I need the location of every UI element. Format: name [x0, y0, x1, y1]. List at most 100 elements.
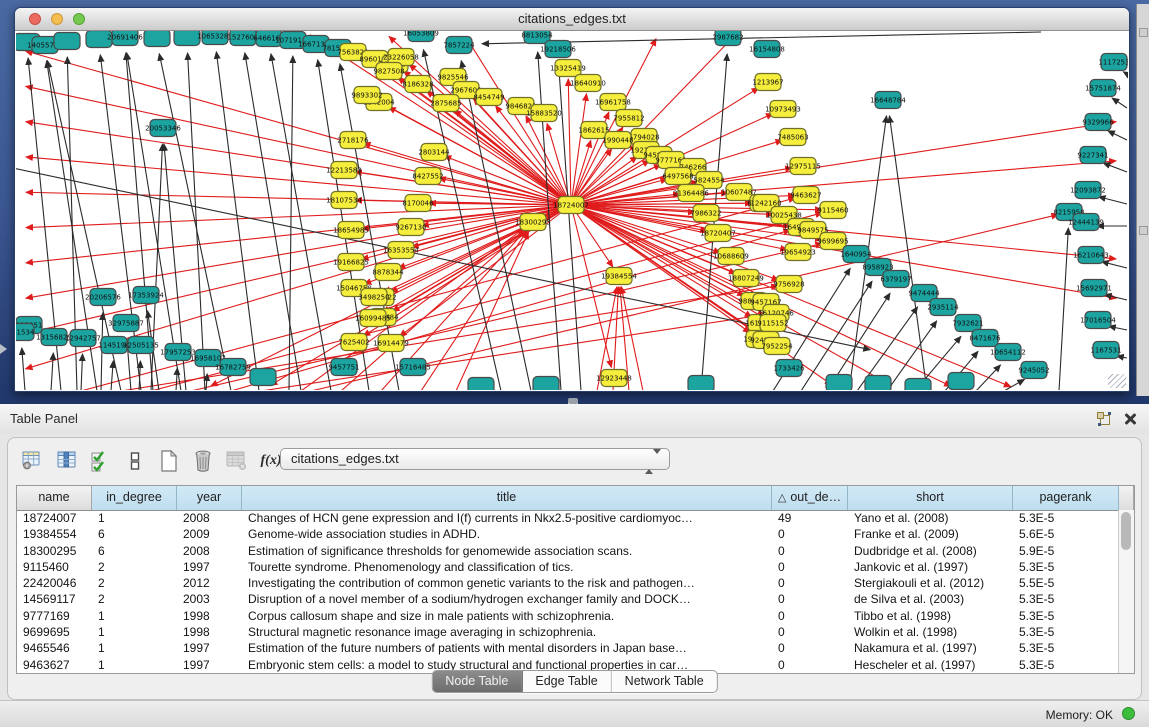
graph-node-label: 2718176: [337, 137, 369, 145]
table-cell: 0: [772, 608, 848, 624]
graph-node[interactable]: [533, 377, 559, 391]
table-row[interactable]: 911546021997Tourette syndrome. Phenomeno…: [17, 559, 1119, 575]
vertical-scrollbar[interactable]: [1118, 510, 1134, 673]
tab-node-table[interactable]: Node Table: [432, 671, 522, 692]
float-panel-icon[interactable]: [1097, 412, 1111, 426]
tab-edge-table[interactable]: Edge Table: [522, 671, 611, 692]
table-cell: Dudbridge et al. (2008): [848, 543, 1013, 559]
graph-node[interactable]: [144, 31, 170, 47]
collapsed-side-panel[interactable]: [1136, 4, 1149, 396]
table-row[interactable]: 2242004622012Investigating the contribut…: [17, 575, 1119, 591]
window-resize-grip[interactable]: [1108, 374, 1126, 388]
table-panel-body: f(x) citations_edges.txt namein_degreeye…: [7, 437, 1142, 700]
close-panel-icon[interactable]: [1122, 411, 1137, 426]
graph-node[interactable]: [688, 376, 714, 391]
function-icon: f(x): [261, 453, 282, 469]
graph-node-label: 15883520: [526, 110, 562, 118]
graph-edge: [51, 353, 53, 390]
graph-node-label: 18107534: [326, 197, 362, 205]
table-selector-dropdown[interactable]: citations_edges.txt: [280, 448, 670, 470]
graph-node[interactable]: [174, 31, 200, 46]
column-header-year[interactable]: year: [177, 486, 242, 510]
table-cell: 9699695: [17, 624, 92, 640]
table-header-row: namein_degreeyeartitle△out_de…shortpager…: [17, 486, 1134, 511]
graph-node[interactable]: [948, 373, 974, 390]
graph-node-label: 9115460: [817, 207, 848, 215]
graph-edge: [455, 110, 571, 205]
graph-node[interactable]: [250, 369, 276, 386]
graph-node-label: 16099485: [355, 315, 391, 323]
table-cell: 1998: [177, 608, 242, 624]
graph-node-label: 991534: [16, 329, 35, 337]
row-height-button[interactable]: [120, 446, 150, 476]
graph-node-label: 21364486: [673, 190, 709, 198]
table-cell: 6: [92, 526, 177, 542]
graph-node-label: 19218506: [540, 46, 576, 54]
graph-node-label: 18724007: [553, 202, 589, 210]
column-header-name[interactable]: name: [17, 486, 92, 510]
column-header-in_degree[interactable]: in_degree: [92, 486, 177, 510]
network-canvas[interactable]: 1405572420691406106532871527602646616010…: [16, 31, 1128, 390]
table-cell: Tourette syndrome. Phenomenology and cla…: [242, 559, 772, 575]
table-row[interactable]: 1872400712008Changes of HCN gene express…: [17, 510, 1119, 526]
table-panel-titlebar: Table Panel: [0, 404, 1149, 434]
table-cell: 1997: [177, 657, 242, 673]
delete-table-button[interactable]: [222, 446, 252, 476]
table-row[interactable]: 1830029562008Estimation of significance …: [17, 543, 1119, 559]
graph-edge: [1108, 131, 1127, 140]
column-header-pagerank[interactable]: pagerank: [1013, 486, 1119, 510]
table-settings-button[interactable]: [18, 446, 48, 476]
column-header-short[interactable]: short: [848, 486, 1013, 510]
graph-node-label: 1862615: [578, 127, 609, 135]
table-cell: 6: [92, 543, 177, 559]
graph-edge: [1123, 72, 1127, 74]
graph-nodes: 1405572420691406106532871527602646616010…: [16, 31, 1128, 390]
column-header-title[interactable]: title: [242, 486, 772, 510]
table-row[interactable]: 1456911722003Disruption of a novel membe…: [17, 591, 1119, 607]
table-cell: 5.9E-5: [1013, 543, 1119, 559]
graph-edge: [1059, 228, 1068, 390]
select-columns-button[interactable]: [52, 446, 82, 476]
memory-status-label: Memory: OK: [1046, 708, 1113, 722]
table-panel-title: Table Panel: [10, 411, 78, 426]
graph-edge: [1109, 326, 1127, 330]
graph-node[interactable]: [905, 379, 931, 391]
table-row[interactable]: 969969511998Structural magnetic resonanc…: [17, 624, 1119, 640]
tab-network-table[interactable]: Network Table: [612, 671, 717, 692]
graph-node-label: 8186328: [402, 81, 433, 89]
table-cell: 2009: [177, 526, 242, 542]
selection-mode-button[interactable]: [86, 446, 116, 476]
graph-edge: [22, 348, 25, 390]
network-window-titlebar[interactable]: citations_edges.txt: [15, 8, 1129, 31]
graph-edge: [1112, 98, 1127, 108]
graph-edge: [1099, 197, 1127, 204]
table-row[interactable]: 946554611997Estimation of the future num…: [17, 640, 1119, 656]
table-cell: 5.5E-5: [1013, 575, 1119, 591]
graph-node-label: 12213583: [326, 167, 362, 175]
scrollbar-thumb[interactable]: [1121, 512, 1131, 550]
graph-node-label: 9463627: [790, 192, 821, 200]
table-cell: 2: [92, 591, 177, 607]
table-cell: 0: [772, 657, 848, 673]
left-panel-collapse-handle[interactable]: [0, 344, 7, 354]
graph-node[interactable]: [865, 376, 891, 391]
application-window: citations_edges.txt 14055724206914061065…: [0, 0, 1149, 727]
table-cell: 22420046: [17, 575, 92, 591]
table-row[interactable]: 977716911998Corpus callosum shape and si…: [17, 608, 1119, 624]
table-cell: Wolkin et al. (1998): [848, 624, 1013, 640]
table-row[interactable]: 1938455462009Genome-wide association stu…: [17, 526, 1119, 542]
column-header-out_de[interactable]: △out_de…: [772, 486, 848, 510]
dropdown-arrows-icon: [645, 452, 661, 472]
table-cell: 1: [92, 608, 177, 624]
delete-column-button[interactable]: [188, 446, 218, 476]
graph-node[interactable]: [468, 378, 494, 391]
graph-node-label: 20691406: [107, 34, 143, 42]
graph-node[interactable]: [826, 375, 852, 391]
new-column-button[interactable]: [154, 446, 184, 476]
graph-node-label: 9699695: [817, 238, 848, 246]
graph-edge: [176, 368, 177, 390]
graph-node-label: 5824554: [693, 177, 725, 185]
graph-node[interactable]: [54, 33, 80, 50]
graph-node-label: 9267130: [395, 224, 426, 232]
graph-node-label: 9227341: [1077, 152, 1108, 160]
